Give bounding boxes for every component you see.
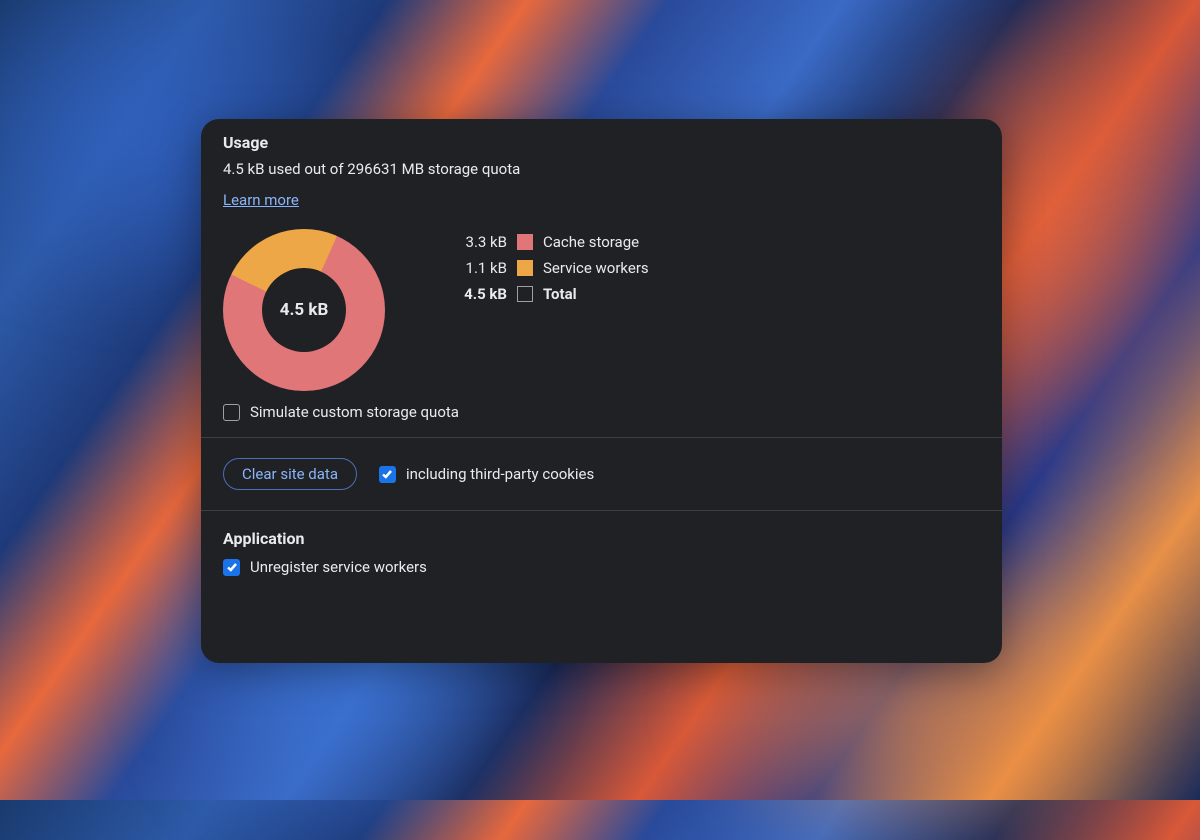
usage-donut-chart: 4.5 kB <box>223 229 385 391</box>
learn-more-link[interactable]: Learn more <box>223 191 299 209</box>
legend-swatch-pink <box>517 234 533 250</box>
legend-row-cache: 3.3 kB Cache storage <box>449 233 649 251</box>
legend-label: Cache storage <box>543 233 639 251</box>
storage-panel: Usage 4.5 kB used out of 296631 MB stora… <box>201 119 1002 663</box>
legend-label: Total <box>543 285 577 303</box>
unregister-sw-checkbox[interactable] <box>223 559 240 576</box>
usage-heading: Usage <box>223 119 980 152</box>
usage-section: Usage 4.5 kB used out of 296631 MB stora… <box>223 119 980 421</box>
legend-label: Service workers <box>543 259 649 277</box>
check-icon <box>381 468 393 480</box>
legend-row-service-workers: 1.1 kB Service workers <box>449 259 649 277</box>
usage-legend: 3.3 kB Cache storage 1.1 kB Service work… <box>449 229 649 311</box>
legend-value: 4.5 kB <box>449 285 507 303</box>
simulate-quota-row[interactable]: Simulate custom storage quota <box>223 403 980 421</box>
check-icon <box>226 561 238 573</box>
donut-center-label: 4.5 kB <box>223 229 385 391</box>
legend-value: 1.1 kB <box>449 259 507 277</box>
application-section: Application Unregister service workers <box>223 527 980 576</box>
simulate-quota-checkbox[interactable] <box>223 404 240 421</box>
third-party-cookies-row[interactable]: including third-party cookies <box>379 465 594 483</box>
legend-row-total: 4.5 kB Total <box>449 285 649 303</box>
divider <box>201 437 1002 438</box>
unregister-sw-row[interactable]: Unregister service workers <box>223 558 980 576</box>
legend-swatch-outline <box>517 286 533 302</box>
usage-summary-text: 4.5 kB used out of 296631 MB storage quo… <box>223 160 980 178</box>
simulate-quota-label: Simulate custom storage quota <box>250 403 459 421</box>
usage-chart-row: 4.5 kB 3.3 kB Cache storage 1.1 kB Servi… <box>223 229 980 391</box>
legend-value: 3.3 kB <box>449 233 507 251</box>
application-heading: Application <box>223 527 980 548</box>
clear-site-data-button[interactable]: Clear site data <box>223 458 357 490</box>
unregister-sw-label: Unregister service workers <box>250 558 427 576</box>
clear-data-row: Clear site data including third-party co… <box>223 454 980 494</box>
legend-swatch-orange <box>517 260 533 276</box>
third-party-cookies-checkbox[interactable] <box>379 466 396 483</box>
third-party-cookies-label: including third-party cookies <box>406 465 594 483</box>
divider <box>201 510 1002 511</box>
